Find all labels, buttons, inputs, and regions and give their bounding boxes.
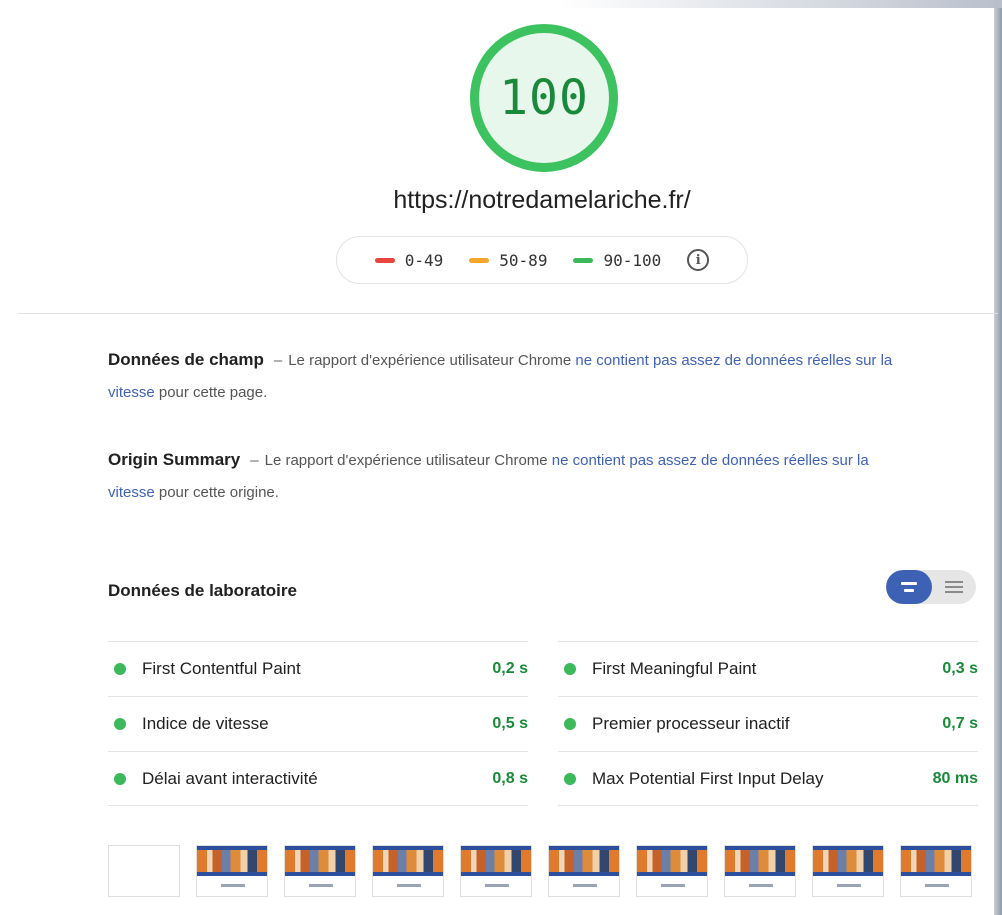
field-data-dash: –	[273, 352, 283, 369]
status-dot-icon	[564, 718, 576, 730]
metric-label: Premier processeur inactif	[592, 714, 790, 733]
metric-label: Max Potential First Input Delay	[592, 768, 824, 788]
origin-summary-section: Origin Summary – Le rapport d'expérience u…	[108, 444, 908, 509]
metric-label: Délai avant interactivité	[142, 768, 318, 788]
field-data-title: Données de champ	[108, 350, 264, 369]
window-edge-top	[560, 0, 1002, 8]
metric-value: 0,8 s	[492, 769, 528, 787]
metric-value: 0,7 s	[942, 715, 978, 732]
score-legend: 0-49 50-89 90-100 i	[336, 236, 748, 284]
metric-first-meaningful-paint: First Meaningful Paint 0,3 s	[558, 641, 978, 696]
filmstrip-frame	[636, 845, 708, 897]
metric-label: First Meaningful Paint	[592, 659, 757, 678]
legend-dash-red	[374, 257, 395, 263]
legend-range-pass: 90-100	[603, 250, 662, 270]
section-divider	[18, 313, 998, 314]
legend-item-average: 50-89	[469, 251, 547, 270]
status-dot-icon	[114, 663, 126, 675]
window-edge	[994, 0, 1002, 915]
filmstrip-frame	[812, 845, 884, 897]
performance-score-gauge: 100	[470, 24, 618, 172]
info-icon[interactable]: i	[687, 249, 710, 271]
metric-speed-index: Indice de vitesse 0,5 s	[108, 696, 528, 751]
metric-first-contentful-paint: First Contentful Paint 0,2 s	[108, 641, 528, 696]
filmstrip-frame	[284, 845, 356, 897]
filmstrip-frame	[196, 845, 268, 897]
origin-summary-text-after: pour cette origine.	[158, 484, 279, 501]
field-data-section: Données de champ – Le rapport d'expérience…	[108, 344, 908, 409]
filmstrip-frame	[724, 845, 796, 897]
status-dot-icon	[564, 663, 576, 675]
filmstrip-frame	[900, 845, 972, 897]
metrics-left-column: First Contentful Paint 0,2 s Indice de v…	[108, 641, 528, 806]
legend-dash-orange	[469, 257, 490, 263]
origin-summary-dash: –	[250, 452, 259, 469]
field-data-text: Le rapport d'expérience utilisateur Chro…	[288, 352, 572, 369]
lab-data-title: Données de laboratoire	[108, 581, 297, 600]
filmstrip-frame	[372, 845, 444, 897]
field-data-text-after: pour cette page.	[158, 384, 268, 401]
filmstrip-frame-blank	[108, 845, 180, 897]
loading-filmstrip	[108, 845, 972, 897]
metric-max-potential-fid: Max Potential First Input Delay 80 ms	[558, 751, 978, 806]
performance-score: 100	[499, 70, 589, 126]
metrics-right-column: First Meaningful Paint 0,3 s Premier pro…	[558, 641, 978, 806]
metric-value: 80 ms	[932, 769, 978, 787]
legend-item-fail: 0-49	[374, 250, 444, 270]
metric-label: First Contentful Paint	[142, 659, 301, 678]
view-compact-icon[interactable]	[886, 570, 932, 604]
filmstrip-frame	[460, 845, 532, 897]
legend-dash-green	[573, 257, 594, 263]
metric-time-to-interactive: Délai avant interactivité 0,8 s	[108, 751, 528, 806]
status-dot-icon	[114, 718, 126, 730]
origin-summary-text: Le rapport d'expérience utilisateur Chro…	[264, 452, 548, 469]
metric-first-cpu-idle: Premier processeur inactif 0,7 s	[558, 696, 978, 751]
origin-summary-title: Origin Summary	[108, 450, 241, 469]
metrics-view-toggle[interactable]	[886, 570, 976, 604]
legend-range-fail: 0-49	[404, 250, 444, 270]
view-expanded-icon[interactable]	[932, 570, 976, 604]
metric-value: 0,2 s	[492, 660, 528, 677]
metric-value: 0,3 s	[942, 660, 978, 677]
status-dot-icon	[564, 772, 576, 785]
metric-value: 0,5 s	[492, 715, 528, 732]
metric-label: Indice de vitesse	[142, 714, 269, 733]
tested-url: https://notredamelariche.fr/	[393, 186, 691, 214]
legend-item-pass: 90-100	[573, 251, 661, 270]
status-dot-icon	[114, 772, 126, 785]
filmstrip-frame	[548, 845, 620, 897]
legend-range-average: 50-89	[499, 250, 548, 270]
